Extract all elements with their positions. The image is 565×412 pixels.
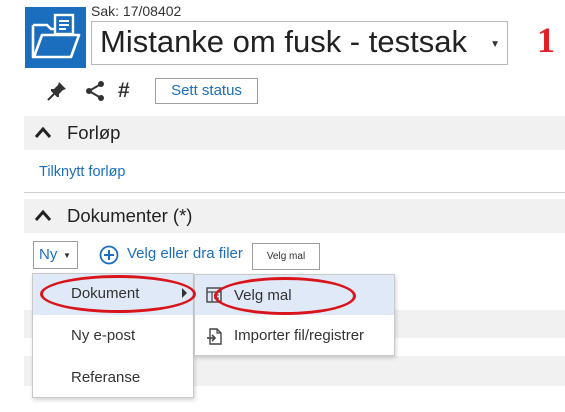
menu-item-label: Importer fil/registrer [234,327,365,344]
template-icon [206,287,222,303]
menu-item-label: Velg mal [234,287,292,304]
link-tilknytt-forlop[interactable]: Tilknytt forløp [39,164,125,180]
tooltip: Velg mal [252,243,320,270]
share-icon[interactable] [84,80,106,102]
hash-icon[interactable]: # [118,80,140,102]
menu-item-import-file[interactable]: Importer fil/registrer [195,315,394,356]
dokument-submenu: Velg mal Importer fil/registrer [194,274,395,356]
divider [24,192,565,193]
annotation-number: 1 [537,20,555,60]
new-dropdown-button[interactable]: Ny ▼ [33,241,78,269]
menu-item-reference[interactable]: Referanse [33,357,193,398]
section-title: Dokumenter (*) [67,205,193,226]
chevron-right-icon [182,288,187,298]
pin-icon[interactable] [46,80,68,102]
new-button-label: Ny [39,246,58,263]
chevron-up-icon [34,209,52,221]
menu-item-label: Referanse [71,369,141,386]
add-circle-icon[interactable] [99,245,119,265]
import-file-icon [206,328,223,345]
chevron-up-icon [34,126,52,138]
case-number: Sak: 17/08402 [91,3,182,19]
chevron-down-icon: ▼ [490,39,500,50]
menu-item-new-email[interactable]: Ny e-post [33,315,193,357]
section-header-dokumenter[interactable]: Dokumenter (*) [24,199,565,233]
case-folder-icon [25,7,86,68]
menu-item-label: Dokument [71,285,140,302]
new-menu: Dokument Ny e-post Referanse [32,273,194,398]
menu-item-label: Ny e-post [71,327,136,344]
section-title: Forløp [67,122,121,143]
select-or-drop-files-link[interactable]: Velg eller dra filer [127,245,243,262]
case-title-select[interactable]: Mistanke om fusk - testsak ▼ [91,21,508,65]
menu-item-dokument[interactable]: Dokument [33,274,193,315]
section-header-forlop[interactable]: Forløp [24,116,565,150]
case-title: Mistanke om fusk - testsak [100,24,467,59]
chevron-down-icon: ▼ [63,251,71,260]
menu-item-select-template[interactable]: Velg mal [195,275,394,315]
set-status-button[interactable]: Sett status [155,78,258,104]
